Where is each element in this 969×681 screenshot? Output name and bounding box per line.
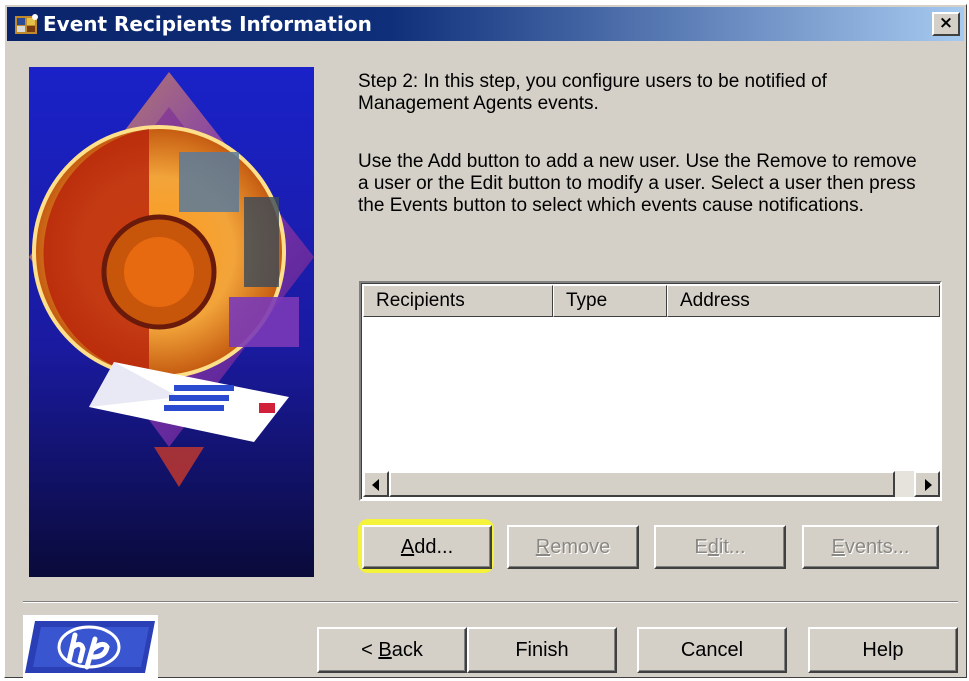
step-description: Step 2: In this step, you configure user… (358, 71, 827, 114)
remove-button[interactable]: Remove (507, 525, 639, 569)
add-button-label: Add... (400, 536, 454, 558)
cancel-button-label: Cancel (680, 639, 744, 661)
finish-button-label: Finish (515, 639, 569, 661)
wizard-banner-image (29, 67, 314, 577)
window-title: Event Recipients Information (43, 12, 372, 36)
title-bar[interactable]: Event Recipients Information × (7, 7, 964, 41)
column-header-recipients[interactable]: Recipients (363, 285, 553, 317)
hp-logo (23, 615, 158, 679)
edit-button-label: Edit... (694, 536, 746, 558)
add-button[interactable]: Add... (362, 525, 492, 569)
scrollbar-thumb[interactable] (389, 471, 895, 497)
list-body[interactable] (363, 317, 940, 471)
back-button-label: < Back (361, 639, 423, 661)
arrow-right-icon (925, 479, 932, 491)
edit-button[interactable]: Edit... (654, 525, 786, 569)
arrow-left-icon (372, 479, 379, 491)
instructions-text: Use the Add button to add a new user. Us… (358, 151, 917, 216)
events-button[interactable]: Events... (802, 525, 939, 569)
remove-button-label: Remove (535, 536, 611, 558)
app-gear-icon (15, 14, 38, 34)
scroll-right-button[interactable] (914, 471, 940, 497)
scroll-left-button[interactable] (363, 471, 389, 497)
help-button[interactable]: Help (808, 627, 958, 673)
footer-separator-highlight (23, 602, 958, 603)
close-icon[interactable]: × (932, 12, 960, 36)
dialog-window: Event Recipients Information × Step 2: I… (4, 4, 967, 679)
help-button-label: Help (862, 639, 904, 661)
list-header: Recipients Type Address (363, 285, 940, 317)
cancel-button[interactable]: Cancel (637, 627, 787, 673)
recipients-list[interactable]: Recipients Type Address (359, 281, 942, 501)
column-header-type[interactable]: Type (553, 285, 667, 317)
events-button-label: Events... (831, 536, 910, 558)
finish-button[interactable]: Finish (467, 627, 617, 673)
column-header-address[interactable]: Address (667, 285, 940, 317)
back-button[interactable]: < Back (317, 627, 467, 673)
horizontal-scrollbar[interactable] (363, 471, 940, 497)
